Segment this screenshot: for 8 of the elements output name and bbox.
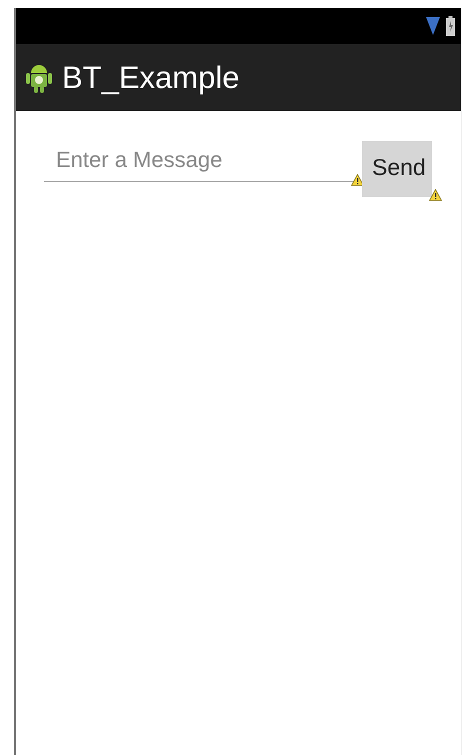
wifi-icon xyxy=(426,17,440,35)
warning-icon xyxy=(428,189,442,201)
android-icon xyxy=(26,62,52,92)
battery-icon xyxy=(446,16,455,36)
message-field[interactable]: Enter a Message xyxy=(44,141,356,182)
send-button[interactable]: Send xyxy=(362,141,432,197)
app-title: BT_Example xyxy=(62,60,240,96)
warning-icon xyxy=(351,174,364,186)
